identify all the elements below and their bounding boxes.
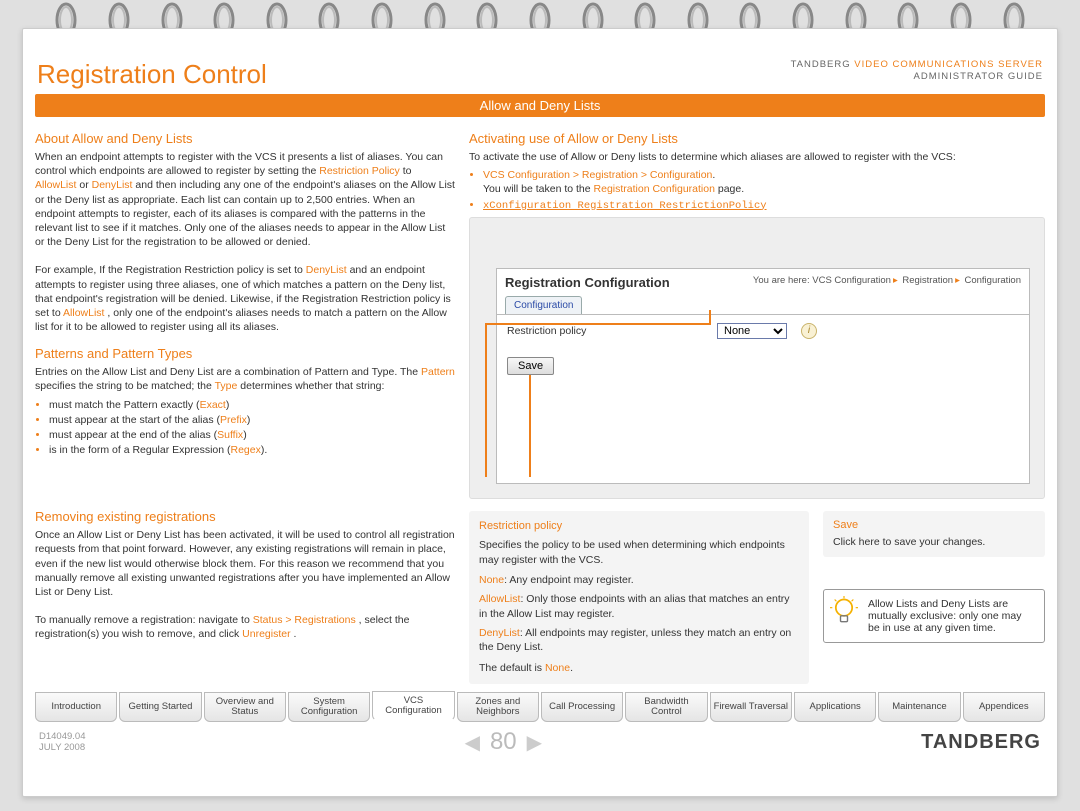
doc-type: ADMINISTRATOR GUIDE: [914, 71, 1044, 82]
nav-tab-zones-and-neighbors[interactable]: Zones and Neighbors: [457, 692, 539, 723]
save-button[interactable]: Save: [507, 357, 554, 375]
nav-tab-introduction[interactable]: Introduction: [35, 692, 117, 723]
info-icon[interactable]: i: [801, 323, 817, 339]
about-heading: About Allow and Deny Lists: [35, 131, 455, 146]
page-title: Registration Control: [37, 59, 267, 90]
definition-restriction-policy: Restriction policy Specifies the policy …: [469, 511, 809, 684]
nav-path[interactable]: VCS Configuration > Registration > Confi…: [483, 169, 712, 181]
config-screenshot: Registration Configuration You are here:…: [469, 217, 1045, 499]
activating-body: To activate the use of Allow or Deny lis…: [469, 150, 1045, 164]
breadcrumb: You are here: VCS Configuration▸ Registr…: [753, 275, 1021, 290]
list-item: must appear at the end of the alias (Suf…: [49, 428, 455, 442]
list-item: VCS Configuration > Registration > Confi…: [483, 168, 1045, 196]
list-item: xConfiguration Registration RestrictionP…: [483, 198, 1045, 213]
tab-configuration[interactable]: Configuration: [505, 296, 582, 314]
crumb-vcs-config[interactable]: VCS Configuration: [812, 275, 891, 286]
doc-meta: TANDBERG VIDEO COMMUNICATIONS SERVER ADM…: [791, 59, 1043, 84]
nav-tabs: IntroductionGetting StartedOverview and …: [35, 692, 1045, 723]
list-item: must appear at the start of the alias (P…: [49, 413, 455, 427]
xconfig-command[interactable]: xConfiguration Registration RestrictionP…: [483, 200, 767, 212]
link-status-registrations[interactable]: Status > Registrations: [253, 614, 356, 626]
definition-save: Save Click here to save your changes.: [823, 511, 1045, 557]
about-body: When an endpoint attempts to register wi…: [35, 150, 455, 334]
link-denylist[interactable]: DenyList: [92, 179, 133, 191]
page-number: 80: [490, 728, 517, 756]
product-name: VIDEO COMMUNICATIONS SERVER: [854, 59, 1043, 70]
patterns-body: Entries on the Allow List and Deny List …: [35, 365, 455, 393]
prev-page-icon[interactable]: ◀: [465, 730, 480, 755]
page-nav: ◀ 80 ▶: [465, 728, 542, 756]
activating-steps: VCS Configuration > Registration > Confi…: [469, 168, 1045, 213]
tip-box: Allow Lists and Deny Lists are mutually …: [823, 589, 1045, 643]
patterns-list: must match the Pattern exactly (Exact) m…: [35, 398, 455, 458]
removing-body: Once an Allow List or Deny List has been…: [35, 528, 455, 641]
patterns-heading: Patterns and Pattern Types: [35, 346, 455, 361]
brand-logo: TANDBERG: [921, 731, 1041, 754]
crumb-configuration: Configuration: [964, 275, 1021, 286]
list-item: must match the Pattern exactly (Exact): [49, 398, 455, 412]
page-sheet: Registration Control TANDBERG VIDEO COMM…: [22, 28, 1058, 797]
config-title: Registration Configuration: [505, 275, 670, 290]
nav-tab-bandwidth-control[interactable]: Bandwidth Control: [625, 692, 707, 723]
activating-heading: Activating use of Allow or Deny Lists: [469, 131, 1045, 146]
doc-info: D14049.04JULY 2008: [39, 731, 85, 754]
nav-tab-system-configuration[interactable]: System Configuration: [288, 692, 370, 723]
definition-heading: Restriction policy: [479, 519, 799, 534]
list-item: is in the form of a Regular Expression (…: [49, 443, 455, 457]
nav-tab-getting-started[interactable]: Getting Started: [119, 692, 201, 723]
nav-tab-applications[interactable]: Applications: [794, 692, 876, 723]
removing-heading: Removing existing registrations: [35, 509, 455, 524]
nav-tab-vcs-configuration[interactable]: VCS Configuration: [372, 691, 454, 722]
link-registration-configuration[interactable]: Registration Configuration: [594, 183, 715, 195]
lightbulb-icon: [830, 596, 858, 631]
link-allowlist[interactable]: AllowList: [35, 179, 76, 191]
field-label-restriction-policy: Restriction policy: [507, 325, 707, 337]
nav-tab-call-processing[interactable]: Call Processing: [541, 692, 623, 723]
nav-tab-appendices[interactable]: Appendices: [963, 692, 1045, 723]
section-bar: Allow and Deny Lists: [35, 94, 1045, 117]
definition-heading: Save: [833, 519, 1035, 531]
nav-tab-overview-and-status[interactable]: Overview and Status: [204, 692, 286, 723]
crumb-registration[interactable]: Registration: [902, 275, 953, 286]
next-page-icon[interactable]: ▶: [527, 730, 542, 755]
link-restriction-policy[interactable]: Restriction Policy: [319, 165, 400, 177]
brand-name: TANDBERG: [791, 59, 851, 70]
restriction-policy-select[interactable]: None AllowList DenyList: [717, 323, 787, 339]
link-unregister[interactable]: Unregister: [242, 628, 290, 640]
nav-tab-firewall-traversal[interactable]: Firewall Traversal: [710, 692, 792, 723]
nav-tab-maintenance[interactable]: Maintenance: [878, 692, 960, 723]
config-panel: Registration Configuration You are here:…: [496, 268, 1030, 484]
